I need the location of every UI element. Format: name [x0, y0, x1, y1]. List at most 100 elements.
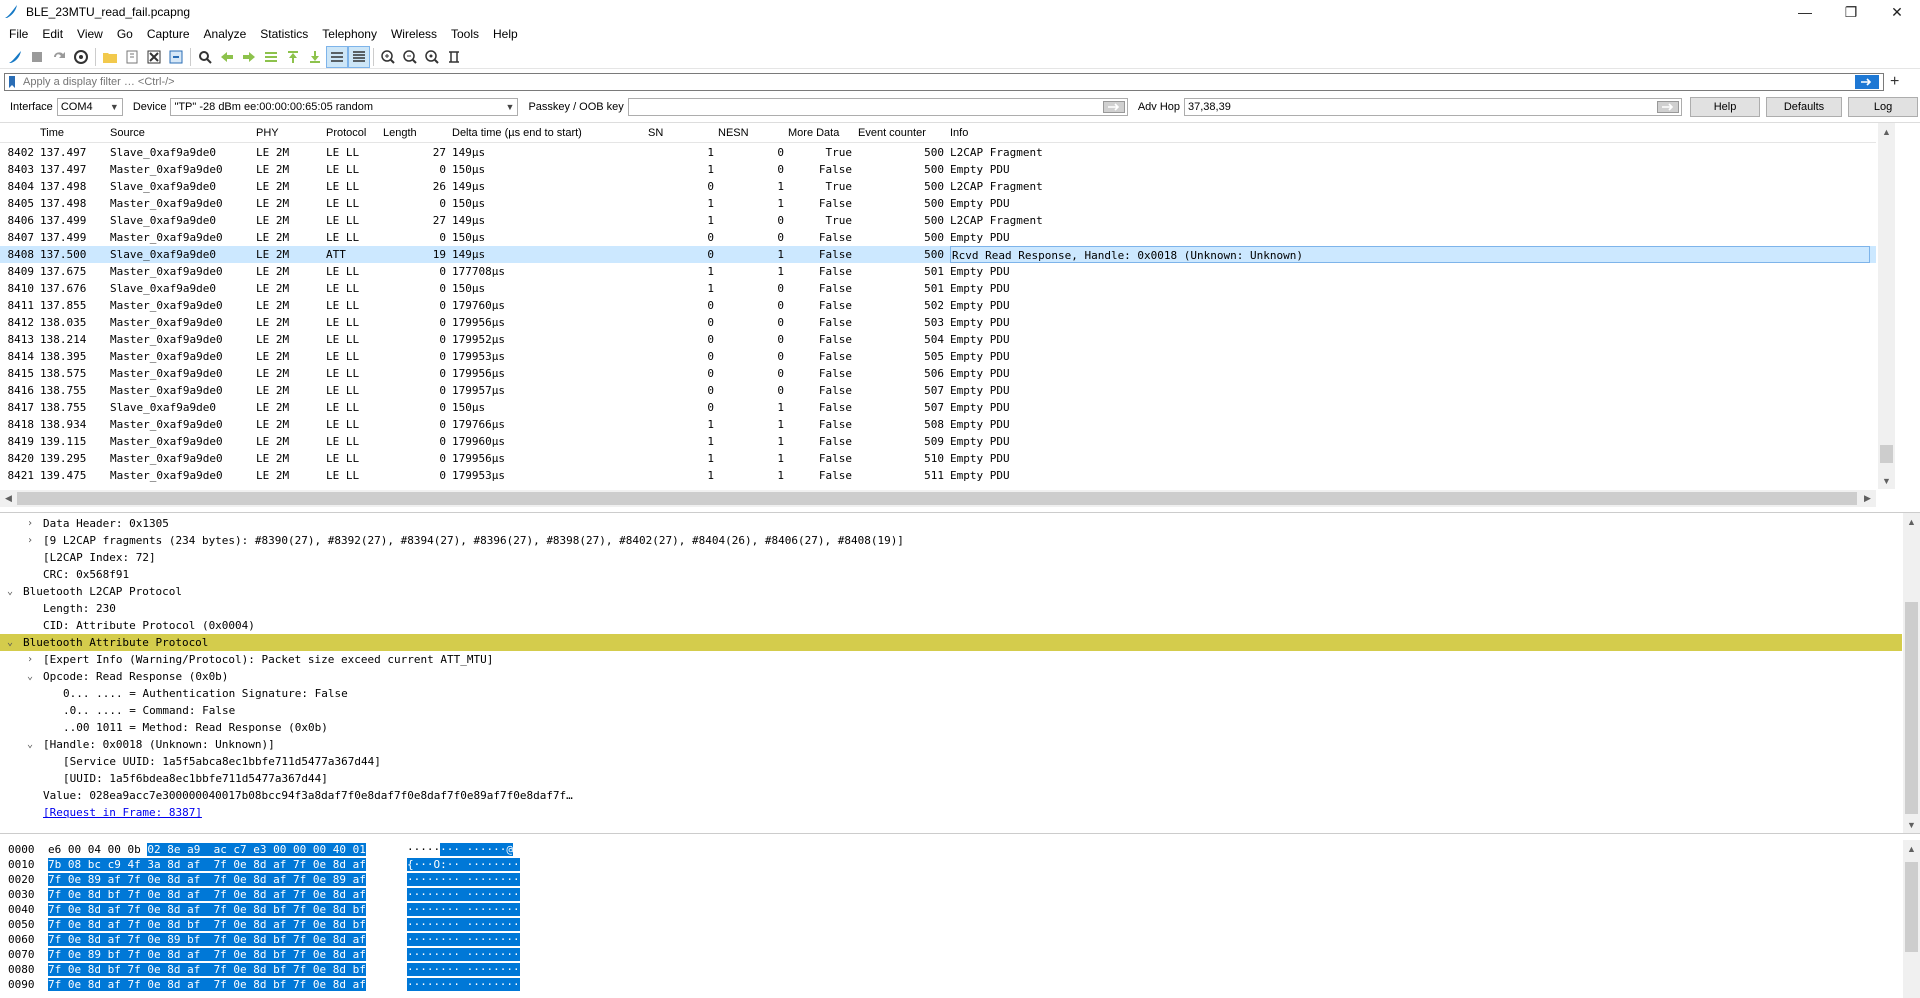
detail-tree-item[interactable]: ..00 1011 = Method: Read Response (0x0b): [0, 719, 1902, 736]
adv-hop-input[interactable]: 37,38,39: [1184, 98, 1683, 116]
scrollbar-thumb[interactable]: [1905, 602, 1918, 814]
add-filter-button[interactable]: +: [1890, 73, 1899, 91]
packet-row[interactable]: 8416 138.755 Master_0xaf9a9de0 LE 2M LE LL 0 1…: [0, 382, 1876, 399]
minimize-button[interactable]: —: [1782, 0, 1828, 24]
zoom-out-icon[interactable]: [399, 46, 421, 68]
zoom-in-icon[interactable]: [377, 46, 399, 68]
detail-tree-item[interactable]: ⌄ Bluetooth Attribute Protocol: [0, 634, 1902, 651]
detail-tree-item[interactable]: Length: 230: [0, 600, 1902, 617]
open-file-icon[interactable]: [99, 46, 121, 68]
detail-tree-item[interactable]: CRC: 0x568f91: [0, 566, 1902, 583]
detail-tree-item[interactable]: › [9 L2CAP fragments (234 bytes): #8390(2…: [0, 532, 1902, 549]
packet-row[interactable]: 8407 137.499 Master_0xaf9a9de0 LE 2M LE LL 0 1…: [0, 229, 1876, 246]
display-filter-input[interactable]: [19, 74, 1855, 90]
column-header-event-counter[interactable]: Event counter: [858, 127, 926, 139]
detail-tree-item[interactable]: 0... .... = Authentication Signature: Fa…: [0, 685, 1902, 702]
menu-go[interactable]: Go: [110, 24, 140, 44]
detail-tree-item[interactable]: Value: 028ea9acc7e300000040017b08bcc94f3…: [0, 787, 1902, 804]
help-button[interactable]: Help: [1690, 97, 1761, 117]
detail-tree-item[interactable]: .0.. .... = Command: False: [0, 702, 1902, 719]
menu-help[interactable]: Help: [486, 24, 525, 44]
column-header-length[interactable]: Length: [383, 127, 417, 139]
column-header-info[interactable]: Info: [950, 127, 968, 139]
go-to-packet-icon[interactable]: [260, 46, 282, 68]
scroll-left-icon[interactable]: ◀: [0, 490, 17, 507]
bookmark-icon[interactable]: [5, 74, 19, 90]
log-button[interactable]: Log: [1848, 97, 1919, 117]
chevron-down-icon[interactable]: ⌄: [4, 583, 16, 600]
column-header-sn[interactable]: SN: [648, 127, 663, 139]
packet-row[interactable]: 8417 138.755 Slave_0xaf9a9de0 LE 2M LE LL 0 15…: [0, 399, 1876, 416]
detail-tree-item[interactable]: › Data Header: 0x1305: [0, 515, 1902, 532]
packet-list-horizontal-scrollbar[interactable]: ◀ ▶: [0, 490, 1876, 507]
scrollbar-thumb[interactable]: [1905, 862, 1918, 952]
menu-telephony[interactable]: Telephony: [315, 24, 384, 44]
detail-tree-item[interactable]: [Request in Frame: 8387]: [0, 804, 1902, 821]
scroll-down-icon[interactable]: ▼: [1903, 816, 1920, 833]
normal-size-icon[interactable]: [421, 46, 443, 68]
packet-row[interactable]: 8420 139.295 Master_0xaf9a9de0 LE 2M LE LL 0 1…: [0, 450, 1876, 467]
menu-file[interactable]: File: [2, 24, 35, 44]
column-header-more-data[interactable]: More Data: [788, 127, 839, 139]
menu-statistics[interactable]: Statistics: [253, 24, 315, 44]
scroll-right-icon[interactable]: ▶: [1859, 490, 1876, 507]
autoscroll-icon[interactable]: [326, 45, 348, 68]
packet-row[interactable]: 8403 137.497 Master_0xaf9a9de0 LE 2M LE LL 0 1…: [0, 161, 1876, 178]
device-select[interactable]: "TP" -28 dBm ee:00:00:00:65:05 random ▼: [170, 98, 519, 116]
menu-wireless[interactable]: Wireless: [384, 24, 444, 44]
packet-row[interactable]: 8414 138.395 Master_0xaf9a9de0 LE 2M LE LL 0 1…: [0, 348, 1876, 365]
column-header-protocol[interactable]: Protocol: [326, 127, 366, 139]
scroll-down-icon[interactable]: ▼: [1878, 472, 1895, 489]
last-packet-icon[interactable]: [304, 46, 326, 68]
first-packet-icon[interactable]: [282, 46, 304, 68]
packet-row[interactable]: 8421 139.475 Master_0xaf9a9de0 LE 2M LE LL 0 1…: [0, 467, 1876, 484]
column-header-source[interactable]: Source: [110, 127, 145, 139]
chevron-down-icon[interactable]: ⌄: [24, 736, 36, 753]
detail-tree-item[interactable]: ⌄ Opcode: Read Response (0x0b): [0, 668, 1902, 685]
close-file-icon[interactable]: [143, 46, 165, 68]
reload-file-icon[interactable]: [165, 46, 187, 68]
detail-tree-item[interactable]: [UUID: 1a5f6bdea8ec1bbfe711d5477a367d44]: [0, 770, 1902, 787]
packet-row[interactable]: 8404 137.498 Slave_0xaf9a9de0 LE 2M LE LL 26 1…: [0, 178, 1876, 195]
packet-row[interactable]: 8402 137.497 Slave_0xaf9a9de0 LE 2M LE LL 27 1…: [0, 144, 1876, 161]
packet-row[interactable]: 8406 137.499 Slave_0xaf9a9de0 LE 2M LE LL 27 1…: [0, 212, 1876, 229]
packet-row[interactable]: 8415 138.575 Master_0xaf9a9de0 LE 2M LE LL 0 1…: [0, 365, 1876, 382]
go-forward-icon[interactable]: [238, 46, 260, 68]
detail-tree-item[interactable]: CID: Attribute Protocol (0x0004): [0, 617, 1902, 634]
chevron-down-icon[interactable]: ⌄: [4, 634, 16, 651]
packet-row[interactable]: 8412 138.035 Master_0xaf9a9de0 LE 2M LE LL 0 1…: [0, 314, 1876, 331]
menu-capture[interactable]: Capture: [140, 24, 197, 44]
resize-columns-icon[interactable]: [443, 46, 465, 68]
bytes-vertical-scrollbar[interactable]: ▲: [1903, 840, 1920, 998]
detail-tree-item[interactable]: [Service UUID: 1a5f5abca8ec1bbfe711d5477…: [0, 753, 1902, 770]
column-header-time[interactable]: Time: [40, 127, 64, 139]
column-header-phy[interactable]: PHY: [256, 127, 279, 139]
details-vertical-scrollbar[interactable]: ▲ ▼: [1903, 513, 1920, 833]
scrollbar-thumb[interactable]: [17, 492, 1857, 505]
defaults-button[interactable]: Defaults: [1766, 97, 1843, 117]
menu-analyze[interactable]: Analyze: [197, 24, 254, 44]
scroll-up-icon[interactable]: ▲: [1903, 840, 1920, 857]
chevron-right-icon[interactable]: ›: [24, 651, 36, 668]
column-header-nesn[interactable]: NESN: [718, 127, 749, 139]
menu-view[interactable]: View: [70, 24, 110, 44]
find-packet-icon[interactable]: [194, 46, 216, 68]
restart-capture-icon[interactable]: [48, 46, 70, 68]
scroll-up-icon[interactable]: ▲: [1878, 123, 1895, 140]
packet-row[interactable]: 8419 139.115 Master_0xaf9a9de0 LE 2M LE LL 0 1…: [0, 433, 1876, 450]
stop-capture-icon[interactable]: [26, 46, 48, 68]
packet-row[interactable]: 8411 137.855 Master_0xaf9a9de0 LE 2M LE LL 0 1…: [0, 297, 1876, 314]
menu-tools[interactable]: Tools: [444, 24, 486, 44]
apply-filter-arrow-icon[interactable]: [1855, 75, 1879, 89]
go-back-icon[interactable]: [216, 46, 238, 68]
interface-select[interactable]: COM4 ▼: [56, 98, 123, 116]
chevron-right-icon[interactable]: ›: [24, 515, 36, 532]
chevron-down-icon[interactable]: ⌄: [24, 668, 36, 685]
scroll-up-icon[interactable]: ▲: [1903, 513, 1920, 530]
detail-tree-item[interactable]: [L2CAP Index: 72]: [0, 549, 1902, 566]
detail-tree-item[interactable]: ⌄ Bluetooth L2CAP Protocol: [0, 583, 1902, 600]
colorize-icon[interactable]: [348, 45, 370, 68]
close-button[interactable]: ✕: [1874, 0, 1920, 24]
packet-row[interactable]: 8410 137.676 Slave_0xaf9a9de0 LE 2M LE LL 0 15…: [0, 280, 1876, 297]
passkey-input[interactable]: [627, 98, 1128, 116]
